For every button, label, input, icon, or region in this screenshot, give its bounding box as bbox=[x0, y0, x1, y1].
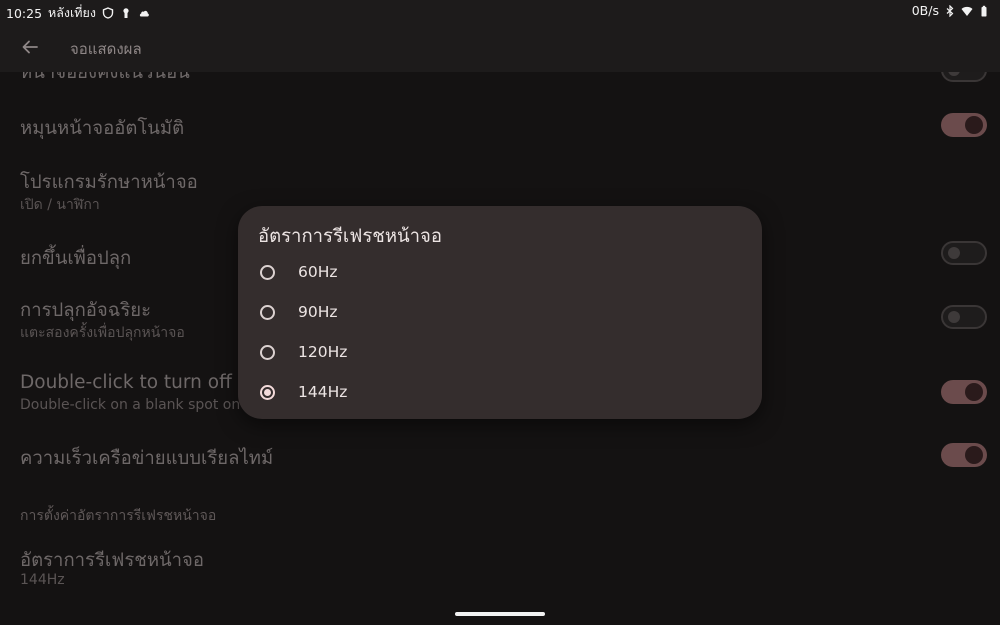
section-header-refresh: การตั้งค่าอัตราการรีเฟรชหน้าจอ bbox=[20, 508, 217, 524]
setting-title: หมุนหน้าจออัตโนมัติ bbox=[20, 118, 185, 139]
radio-button[interactable] bbox=[260, 345, 275, 360]
wifi-icon bbox=[961, 6, 973, 16]
radio-button-selected[interactable] bbox=[260, 385, 275, 400]
realtime-speed-toggle[interactable] bbox=[941, 443, 987, 467]
option-label: 120Hz bbox=[298, 343, 348, 361]
status-bar: 10:25 หลังเที่ยง 0B/s bbox=[0, 0, 1000, 22]
toggle-knob bbox=[948, 311, 960, 323]
option-144hz[interactable]: 144Hz bbox=[256, 376, 736, 412]
toggle-knob bbox=[965, 446, 983, 464]
setting-title: หน้าจอยังคงแนวนอน bbox=[20, 72, 190, 83]
network-speed: 0B/s bbox=[911, 3, 939, 18]
bluetooth-icon bbox=[946, 4, 954, 17]
setting-subtitle: แตะสองครั้งเพื่อปลุกหน้าจอ bbox=[20, 325, 185, 341]
radio-button[interactable] bbox=[260, 305, 275, 320]
toggle-knob bbox=[965, 116, 983, 134]
setting-title: อัตราการรีเฟรชหน้าจอ bbox=[20, 550, 205, 571]
keyhole-icon bbox=[123, 8, 129, 18]
smart-wake-toggle[interactable] bbox=[941, 305, 987, 329]
option-120hz[interactable]: 120Hz bbox=[256, 336, 736, 372]
option-label: 90Hz bbox=[298, 303, 338, 321]
radio-button[interactable] bbox=[260, 265, 275, 280]
option-90hz[interactable]: 90Hz bbox=[256, 296, 736, 332]
cloud-icon bbox=[139, 10, 149, 17]
double-click-toggle[interactable] bbox=[941, 380, 987, 404]
setting-title: โปรแกรมรักษาหน้าจอ bbox=[20, 172, 198, 193]
setting-title: Double-click to turn off th bbox=[20, 372, 257, 393]
setting-title: การปลุกอัจฉริยะ bbox=[20, 300, 152, 321]
setting-title: ยกขึ้นเพื่อปลุก bbox=[20, 248, 132, 269]
setting-subtitle: เปิด / นาฬิกา bbox=[20, 197, 100, 213]
setting-title: ความเร็วเครือข่ายแบบเรียลไทม์ bbox=[20, 448, 274, 469]
option-label: 144Hz bbox=[298, 383, 348, 401]
setting-subtitle: Double-click on a blank spot on bbox=[20, 397, 241, 413]
toggle-knob bbox=[948, 72, 960, 76]
option-label: 60Hz bbox=[298, 263, 338, 281]
toggle-knob bbox=[965, 383, 983, 401]
dialog-title: อัตราการรีเฟรชหน้าจอ bbox=[258, 226, 443, 247]
status-period: หลังเที่ยง bbox=[48, 5, 96, 20]
page-title: จอแสดงผล bbox=[70, 40, 142, 58]
arrow-back-icon[interactable] bbox=[19, 36, 41, 58]
landscape-toggle[interactable] bbox=[941, 72, 987, 82]
battery-icon bbox=[981, 5, 987, 16]
lift-to-wake-toggle[interactable] bbox=[941, 241, 987, 265]
shield-icon bbox=[102, 7, 114, 19]
option-60hz[interactable]: 60Hz bbox=[256, 256, 736, 292]
toggle-knob bbox=[948, 247, 960, 259]
gesture-nav-handle[interactable] bbox=[455, 612, 545, 616]
status-time: 10:25 bbox=[6, 5, 43, 21]
refresh-rate-dialog: อัตราการรีเฟรชหน้าจอ 60Hz 90Hz 120Hz 144… bbox=[238, 206, 762, 419]
auto-rotate-toggle[interactable] bbox=[941, 113, 987, 137]
app-bar: จอแสดงผล bbox=[0, 22, 1000, 72]
setting-subtitle: 144Hz bbox=[20, 572, 65, 588]
